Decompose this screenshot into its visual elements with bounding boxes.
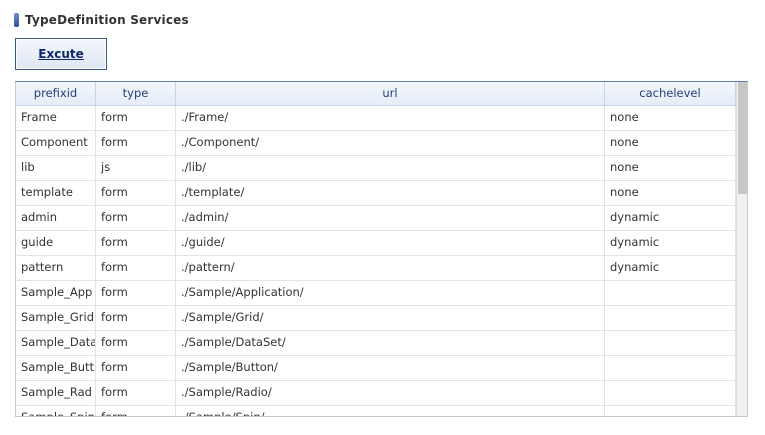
cell-url[interactable]: ./admin/: [176, 206, 605, 230]
cell-prefixid[interactable]: pattern: [16, 256, 96, 280]
cell-prefixid[interactable]: lib: [16, 156, 96, 180]
cell-type[interactable]: form: [96, 181, 176, 205]
cell-prefixid[interactable]: Sample_Data: [16, 331, 96, 355]
grid-body: Frame form ./Frame/none Component form ./Comp…: [16, 106, 736, 416]
cell-type[interactable]: js: [96, 156, 176, 180]
cell-url[interactable]: ./Sample/Spin/: [176, 406, 605, 416]
cell-prefixid[interactable]: Sample_App: [16, 281, 96, 305]
table-row[interactable]: Sample_Rad form ./Sample/Radio/: [16, 381, 736, 406]
cell-url[interactable]: ./Sample/DataSet/: [176, 331, 605, 355]
table-row[interactable]: pattern form ./pattern/dynamic: [16, 256, 736, 281]
cell-prefixid[interactable]: admin: [16, 206, 96, 230]
cell-type[interactable]: form: [96, 206, 176, 230]
cell-cachelevel[interactable]: none: [605, 181, 736, 205]
page-title: TypeDefinition Services: [14, 12, 189, 28]
cell-cachelevel[interactable]: [605, 381, 736, 405]
title-bar-icon: [14, 13, 19, 27]
cell-type[interactable]: form: [96, 131, 176, 155]
vertical-scrollbar[interactable]: [736, 82, 747, 416]
cell-url[interactable]: ./Sample/Application/: [176, 281, 605, 305]
cell-url[interactable]: ./Component/: [176, 131, 605, 155]
cell-cachelevel[interactable]: [605, 281, 736, 305]
cell-url[interactable]: ./template/: [176, 181, 605, 205]
cell-cachelevel[interactable]: dynamic: [605, 231, 736, 255]
scrollbar-thumb[interactable]: [738, 82, 747, 194]
table-row[interactable]: Sample_App form ./Sample/Application/: [16, 281, 736, 306]
cell-prefixid[interactable]: template: [16, 181, 96, 205]
table-row[interactable]: Component form ./Component/none: [16, 131, 736, 156]
table-row[interactable]: Sample_Butt form ./Sample/Button/: [16, 356, 736, 381]
cell-prefixid[interactable]: Frame: [16, 106, 96, 130]
page-title-text: TypeDefinition Services: [25, 13, 189, 27]
cell-prefixid[interactable]: Sample_Rad: [16, 381, 96, 405]
cell-prefixid[interactable]: Component: [16, 131, 96, 155]
cell-cachelevel[interactable]: [605, 331, 736, 355]
column-header-url[interactable]: url: [176, 82, 605, 105]
table-row[interactable]: template form ./template/none: [16, 181, 736, 206]
cell-url[interactable]: ./Sample/Grid/: [176, 306, 605, 330]
cell-type[interactable]: form: [96, 256, 176, 280]
cell-cachelevel[interactable]: [605, 306, 736, 330]
table-row[interactable]: Sample_Data form ./Sample/DataSet/: [16, 331, 736, 356]
cell-cachelevel[interactable]: dynamic: [605, 256, 736, 280]
cell-url[interactable]: ./pattern/: [176, 256, 605, 280]
cell-prefixid[interactable]: Sample_Grid: [16, 306, 96, 330]
table-row[interactable]: Frame form ./Frame/none: [16, 106, 736, 131]
cell-cachelevel[interactable]: [605, 406, 736, 416]
cell-cachelevel[interactable]: [605, 356, 736, 380]
cell-url[interactable]: ./guide/: [176, 231, 605, 255]
cell-type[interactable]: form: [96, 306, 176, 330]
cell-cachelevel[interactable]: none: [605, 131, 736, 155]
table-row[interactable]: Sample_Grid form ./Sample/Grid/: [16, 306, 736, 331]
column-header-prefixid[interactable]: prefixid: [16, 82, 96, 105]
table-row[interactable]: Sample_Spin form ./Sample/Spin/: [16, 406, 736, 416]
column-header-type[interactable]: type: [96, 82, 176, 105]
type-definition-grid: prefixid type url cachelevel Frame form ./…: [15, 81, 748, 417]
cell-type[interactable]: form: [96, 106, 176, 130]
cell-cachelevel[interactable]: none: [605, 156, 736, 180]
table-row[interactable]: guide form ./guide/dynamic: [16, 231, 736, 256]
cell-url[interactable]: ./Sample/Radio/: [176, 381, 605, 405]
cell-type[interactable]: form: [96, 231, 176, 255]
cell-type[interactable]: form: [96, 406, 176, 416]
cell-url[interactable]: ./Frame/: [176, 106, 605, 130]
grid-header: prefixid type url cachelevel: [16, 82, 736, 106]
table-row[interactable]: lib js ./lib/none: [16, 156, 736, 181]
execute-button[interactable]: Excute: [15, 38, 107, 70]
cell-prefixid[interactable]: Sample_Spin: [16, 406, 96, 416]
cell-prefixid[interactable]: guide: [16, 231, 96, 255]
cell-type[interactable]: form: [96, 281, 176, 305]
cell-url[interactable]: ./lib/: [176, 156, 605, 180]
column-header-cachelevel[interactable]: cachelevel: [605, 82, 736, 105]
execute-button-label: Excute: [38, 47, 84, 61]
cell-type[interactable]: form: [96, 356, 176, 380]
cell-cachelevel[interactable]: dynamic: [605, 206, 736, 230]
cell-url[interactable]: ./Sample/Button/: [176, 356, 605, 380]
cell-type[interactable]: form: [96, 331, 176, 355]
table-row[interactable]: admin form ./admin/dynamic: [16, 206, 736, 231]
cell-type[interactable]: form: [96, 381, 176, 405]
cell-prefixid[interactable]: Sample_Butt: [16, 356, 96, 380]
cell-cachelevel[interactable]: none: [605, 106, 736, 130]
